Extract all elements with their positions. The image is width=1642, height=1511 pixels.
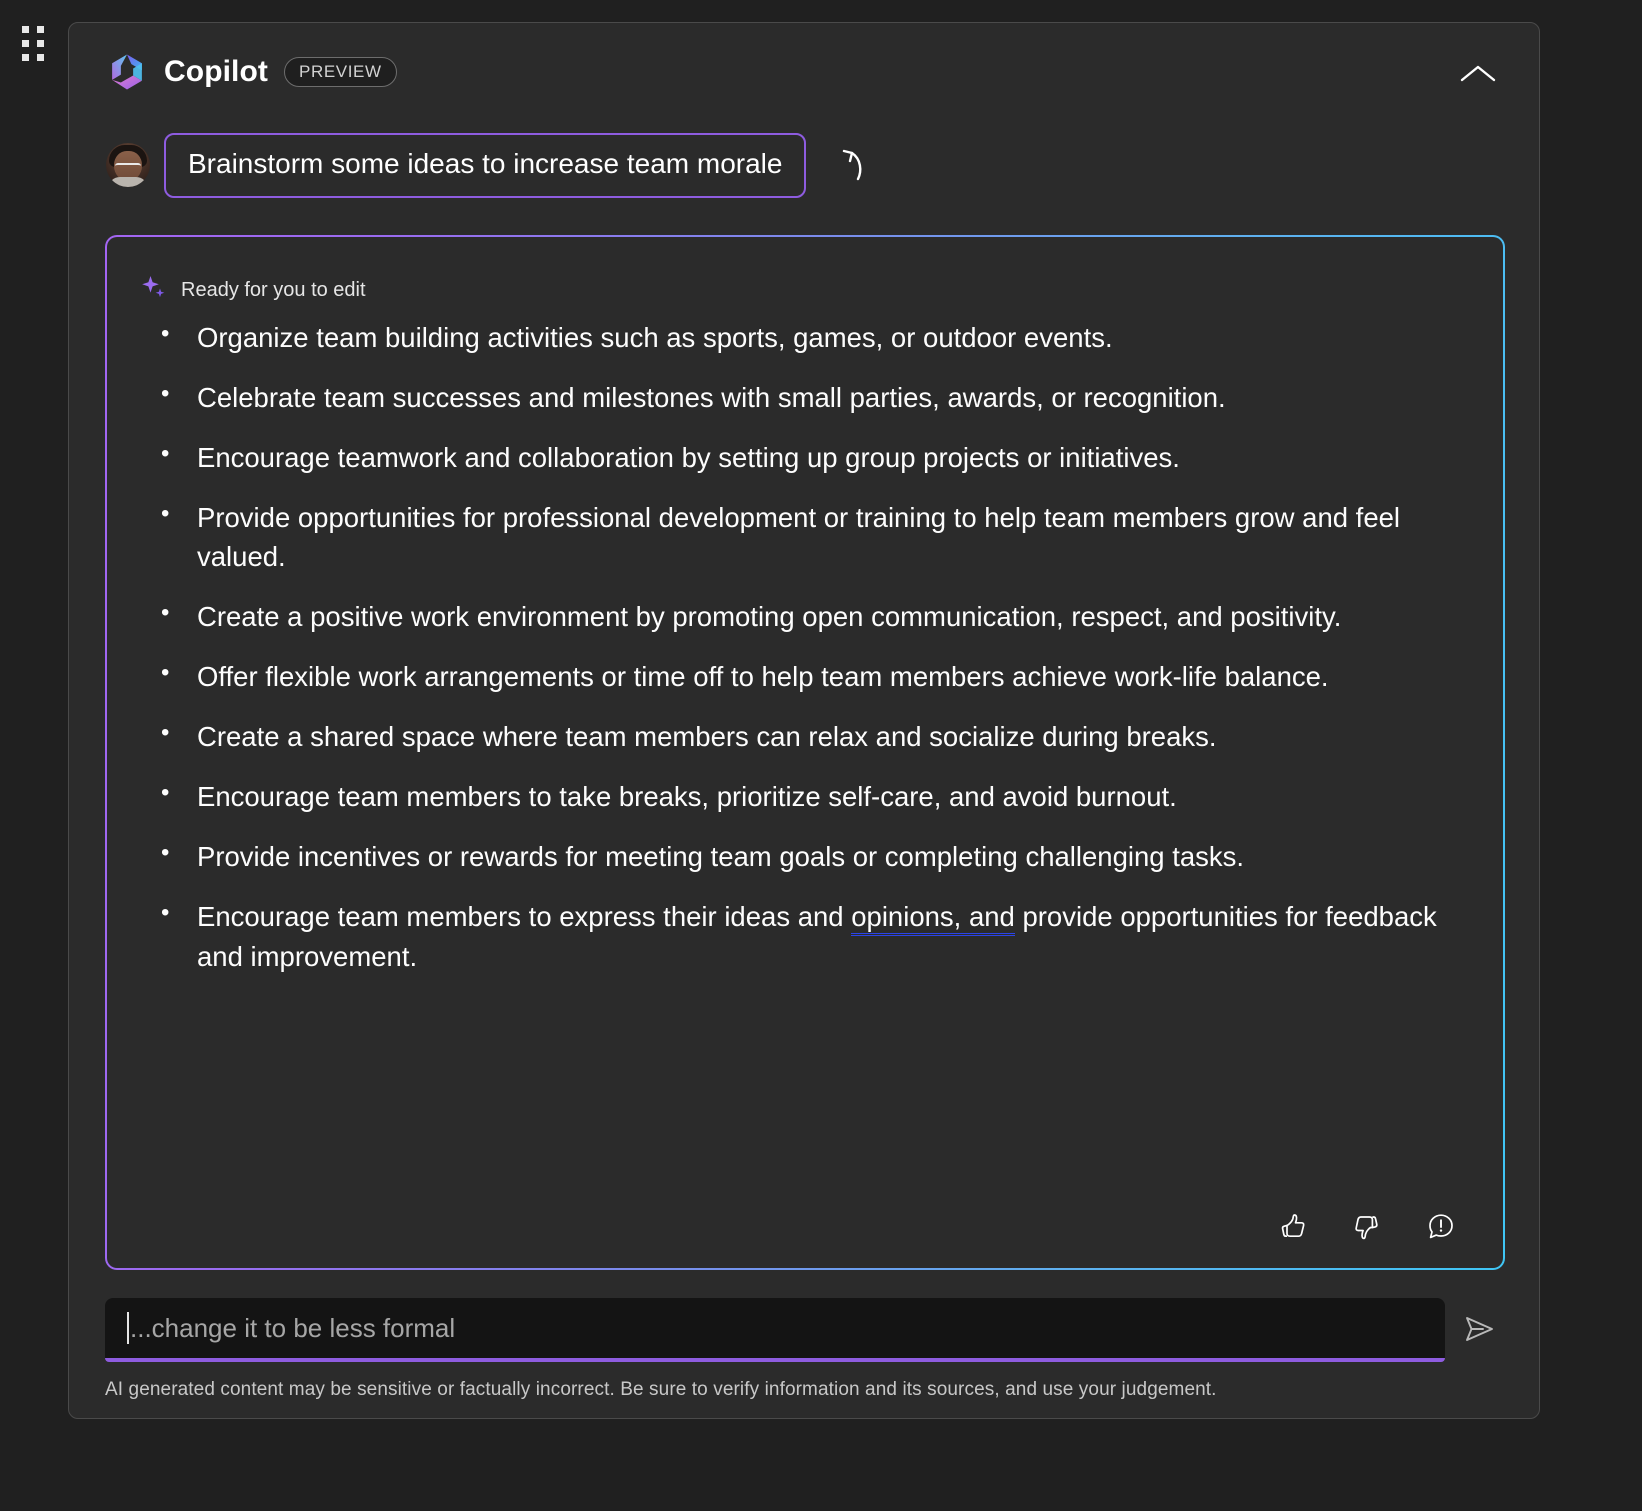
thumbs-up-button[interactable]	[1271, 1206, 1315, 1250]
list-item-text: Provide opportunities for professional d…	[197, 502, 1401, 573]
dot	[22, 26, 29, 33]
page-title: Copilot	[164, 55, 269, 88]
report-feedback-button[interactable]	[1419, 1206, 1463, 1250]
thumbs-up-icon	[1278, 1212, 1308, 1245]
dot	[22, 54, 29, 61]
list-item: Offer flexible work arrangements or time…	[141, 656, 1463, 696]
regenerate-arrow-icon	[833, 145, 867, 186]
send-button[interactable]	[1453, 1304, 1505, 1356]
thumbs-down-icon	[1352, 1212, 1382, 1245]
response-card: Ready for you to edit Organize team buil…	[105, 235, 1505, 1270]
thumbs-down-button[interactable]	[1345, 1206, 1389, 1250]
list-item-text: Encourage team members to express their …	[197, 901, 852, 933]
list-item-text: Offer flexible work arrangements or time…	[197, 661, 1329, 693]
list-item-text: Provide incentives or rewards for meetin…	[197, 841, 1245, 873]
feedback-alert-icon	[1426, 1212, 1456, 1245]
composer-placeholder: ...change it to be less formal	[130, 1312, 456, 1343]
disclaimer-text: AI generated content may be sensitive or…	[105, 1379, 1217, 1400]
feedback-row	[1271, 1206, 1463, 1250]
collapse-button[interactable]	[1455, 55, 1501, 95]
list-item: Create a shared space where team members…	[141, 716, 1463, 756]
text-caret	[127, 1312, 129, 1344]
list-item: Provide opportunities for professional d…	[141, 497, 1463, 576]
regenerate-button[interactable]	[828, 143, 872, 187]
ideas-list: Organize team building activities such a…	[141, 317, 1463, 976]
copilot-panel: Copilot PREVIEW Brainstorm some ideas to…	[68, 22, 1540, 1419]
prompt-row: Brainstorm some ideas to increase team m…	[106, 133, 872, 198]
prompt-bubble[interactable]: Brainstorm some ideas to increase team m…	[164, 133, 807, 198]
list-item: Organize team building activities such a…	[141, 317, 1463, 357]
grid-dots-icon[interactable]	[22, 26, 48, 66]
send-paper-plane-icon	[1459, 1309, 1499, 1352]
chevron-up-icon	[1459, 62, 1497, 89]
status-badge: Ready for you to edit	[181, 279, 366, 301]
list-item-text: Create a positive work environment by pr…	[197, 601, 1342, 633]
list-item: Encourage teamwork and collaboration by …	[141, 437, 1463, 477]
search-input[interactable]: ...change it to be less formal	[105, 1298, 1445, 1362]
list-item-text: Encourage team members to take breaks, p…	[197, 781, 1177, 813]
list-item-text: Celebrate team successes and milestones …	[197, 382, 1226, 414]
list-item: Provide incentives or rewards for meetin…	[141, 836, 1463, 876]
list-item: Celebrate team successes and milestones …	[141, 377, 1463, 417]
avatar	[106, 143, 150, 188]
composer-row: ...change it to be less formal	[105, 1298, 1505, 1362]
response-card-inner: Ready for you to edit Organize team buil…	[107, 237, 1503, 1268]
dot	[37, 54, 44, 61]
preview-badge: PREVIEW	[284, 57, 397, 87]
list-item: Create a positive work environment by pr…	[141, 596, 1463, 636]
dot	[22, 40, 29, 47]
panel-header: Copilot PREVIEW	[106, 51, 397, 93]
copilot-logo-icon	[106, 51, 148, 93]
list-item-text: Organize team building activities such a…	[197, 322, 1113, 353]
grammar-suggestion-text[interactable]: opinions, and	[851, 901, 1015, 937]
list-item-text: Create a shared space where team members…	[197, 721, 1217, 753]
list-item-text: Encourage teamwork and collaboration by …	[197, 442, 1180, 474]
list-item: Encourage team members to take breaks, p…	[141, 776, 1463, 816]
copilot-panel-root: Copilot PREVIEW Brainstorm some ideas to…	[0, 0, 1642, 1511]
status-row: Ready for you to edit	[141, 275, 1463, 306]
list-item: Encourage team members to express their …	[141, 896, 1463, 975]
avatar-glasses	[115, 163, 141, 170]
dot	[37, 26, 44, 33]
sparkle-icon	[141, 275, 167, 306]
dot	[37, 40, 44, 47]
avatar-collar	[108, 177, 148, 188]
